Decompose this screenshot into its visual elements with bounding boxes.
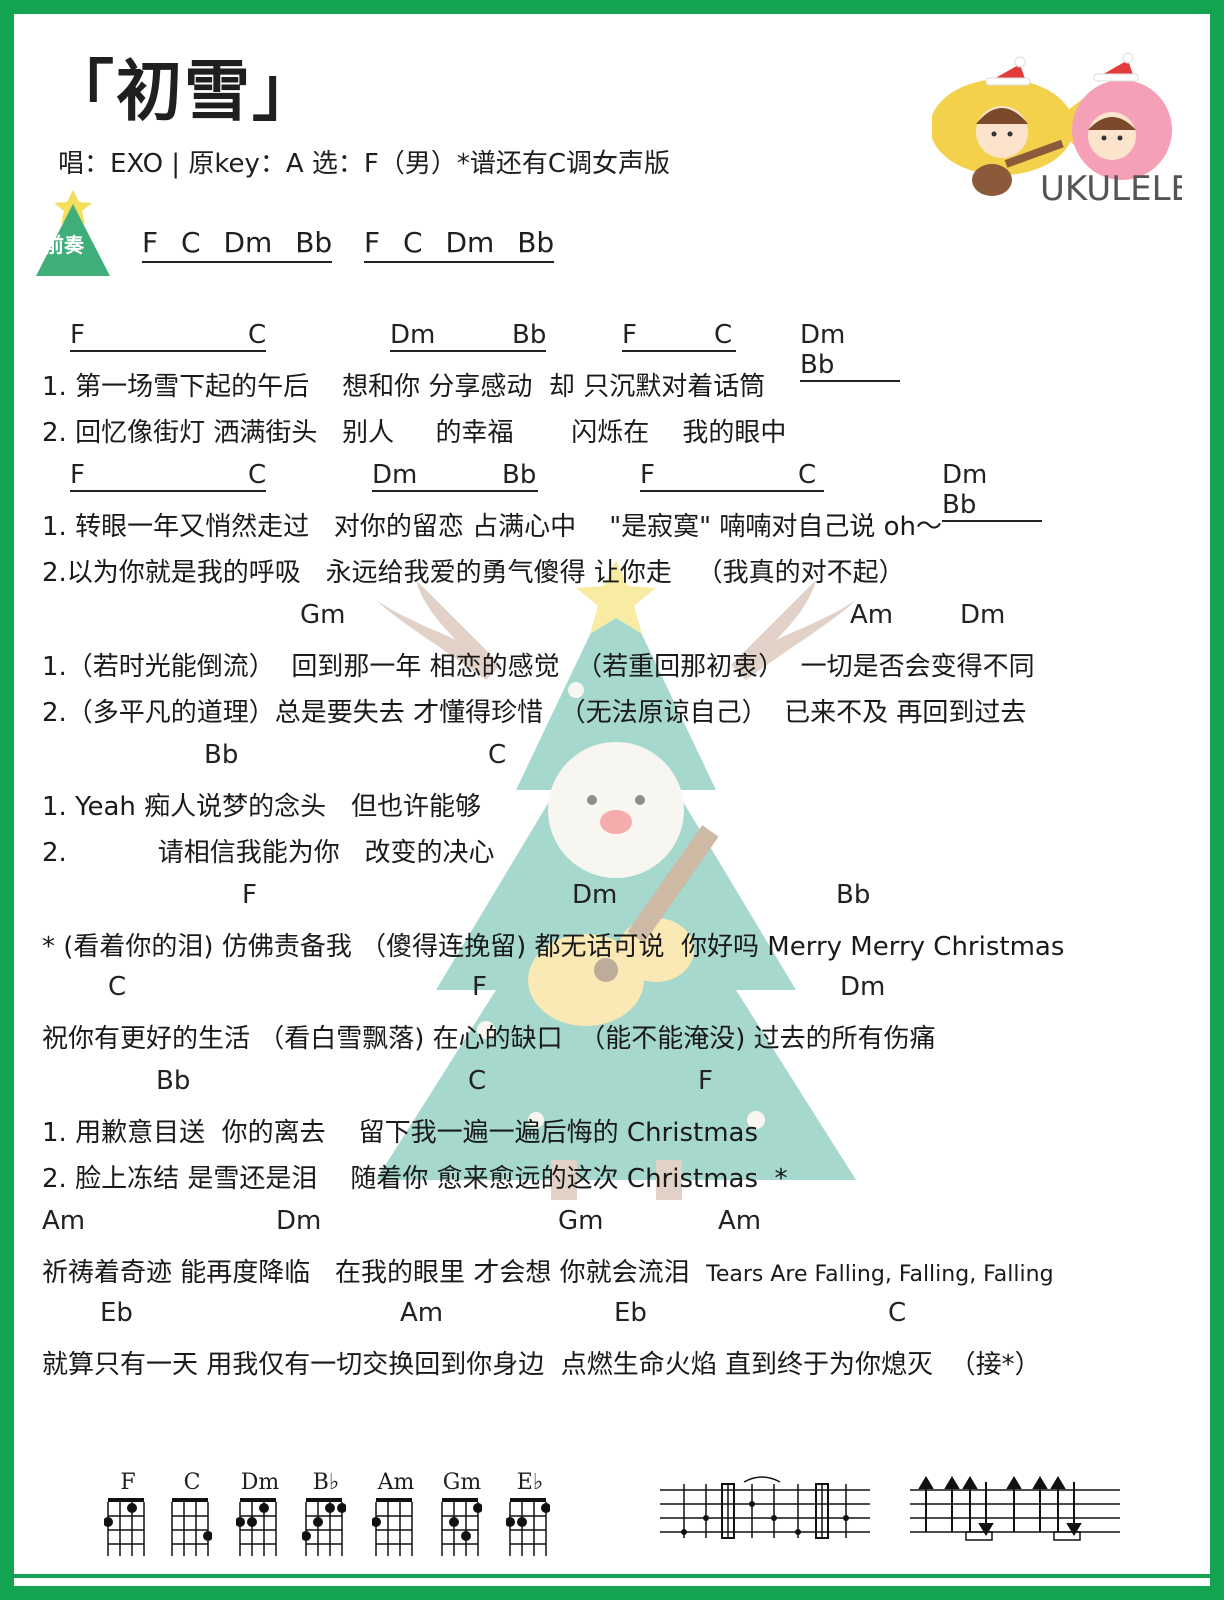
chord: C [108,972,127,1002]
fretboard-icon [103,1498,145,1556]
chord: Bb [512,320,547,350]
lyric-line: 2. 请相信我能为你 改变的决心 [42,838,495,868]
chord: C [714,320,733,350]
lyric-line: 祝你有更好的生活 （看白雪飘落) 在心的缺口 （能不能淹没) 过去的所有伤痛 [42,1024,936,1054]
chord-diagram-name: Gm [442,1470,482,1495]
chord: F [698,1066,713,1096]
chord-diagram-eb: E♭ [505,1470,554,1564]
fretboard-icon [441,1498,483,1556]
chord: C [488,740,507,770]
chord-diagram-name: E♭ [516,1470,544,1495]
fretboard-icon [235,1498,277,1556]
lyric-line: 2. 脸上冻结 是雪还是泪 随着你 愈来愈远的这次 Christmas * [42,1164,788,1194]
chord-diagram-name: C [183,1470,201,1495]
chord: Dm [276,1206,322,1236]
lyric-line: 1. 用歉意目送 你的离去 留下我一遍一遍后悔的 Christmas [42,1118,759,1148]
chord: Dm [960,600,1006,630]
strumming-pattern-icon [910,1476,1120,1541]
chord-diagram-am: Am [371,1470,420,1564]
chord: Dm Bb [942,460,1042,522]
chord-diagram-c: C [168,1470,216,1564]
chord: C [798,460,817,490]
chord-diagram-dm: Dm [235,1470,284,1564]
chord-diagram-name: F [120,1470,136,1495]
chord-diagram-name: Am [377,1470,415,1495]
chord: F [242,880,257,910]
chord-diagrams: F C Dm B♭ Am Gm E♭ [96,1470,576,1570]
chord: Am [400,1298,444,1328]
chord: C [888,1298,907,1328]
chord: Eb [614,1298,647,1328]
chord-diagram-gm: Gm [438,1470,486,1564]
lyric-line: * (看着你的泪) 仿佛责备我 （傻得连挽留) 都无话可说 你好吗 Merry … [42,932,1065,962]
footer-divider [14,1574,1210,1578]
fretboard-icon [301,1498,347,1556]
fretboard-icon [505,1498,551,1556]
chord-diagram-name: Dm [240,1470,280,1495]
chord-diagram-f: F [103,1470,152,1564]
lyric-line: 1.（若时光能倒流） 回到那一年 相恋的感觉 （若重回那初衷） 一切是否会变得不… [42,652,1035,682]
chord: F [70,460,266,492]
chord: Bb [836,880,871,910]
lyric-line: 1. 第一场雪下起的午后 想和你 分享感动 却 只沉默对着话筒 [42,372,766,402]
chord: Bb [502,460,537,490]
chord: F [472,972,487,1002]
lyric-line: 1. Yeah 痴人说梦的念头 但也许能够 [42,792,481,822]
chord: F [70,320,266,352]
chord: C [248,320,267,350]
chord: Dm [572,880,618,910]
chord: C [468,1066,487,1096]
chord: Gm [300,600,346,630]
picking-pattern-icon [660,1476,870,1539]
page-frame-bottom [0,1586,1224,1600]
lyric-line: 2.以为你就是我的呼吸 永远给我爱的勇气傻得 让你走 （我真的对不起） [42,558,905,588]
chord: Bb [156,1066,191,1096]
fretboard-icon [171,1498,213,1556]
chord: Am [42,1206,86,1236]
chord-diagram-name: B♭ [312,1470,340,1495]
song-body: F C Dm Bb F C Dm Bb 1. 第一场雪下起的午后 想和你 分享感… [0,0,1224,1440]
chord: Am [718,1206,762,1236]
lyric-line: 2. 回忆像街灯 洒满街头 别人 的幸福 闪烁在 我的眼中 [42,418,787,448]
chord: F [640,460,824,492]
fretboard-icon [371,1498,413,1556]
chord: Bb [204,740,239,770]
chord: Dm [840,972,886,1002]
chord: Gm [558,1206,604,1236]
chord: Am [850,600,894,630]
lyric-text: 祈祷着奇迹 能再度降临 在我的眼里 才会想 你就会流泪 [42,1258,707,1288]
chord: Dm Bb [800,320,900,382]
chord: Eb [100,1298,133,1328]
chord: C [248,460,267,490]
lyric-line: 就算只有一天 用我仅有一切交换回到你身边 点燃生命火焰 直到终于为你熄灭 （接*… [42,1350,1041,1380]
chord-diagram-bb: B♭ [301,1470,350,1564]
lyric-english: Tears Are Falling, Falling, Falling [706,1262,1054,1287]
lyric-line: 1. 转眼一年又悄然走过 对你的留恋 占满心中 "是寂寞" 喃喃对自己说 oh～ [42,512,943,542]
lyric-line: 祈祷着奇迹 能再度降临 在我的眼里 才会想 你就会流泪 Tears Are Fa… [42,1252,1054,1289]
lyric-line: 2.（多平凡的道理）总是要失去 才懂得珍惜 （无法原谅自己） 已来不及 再回到过… [42,698,1027,728]
